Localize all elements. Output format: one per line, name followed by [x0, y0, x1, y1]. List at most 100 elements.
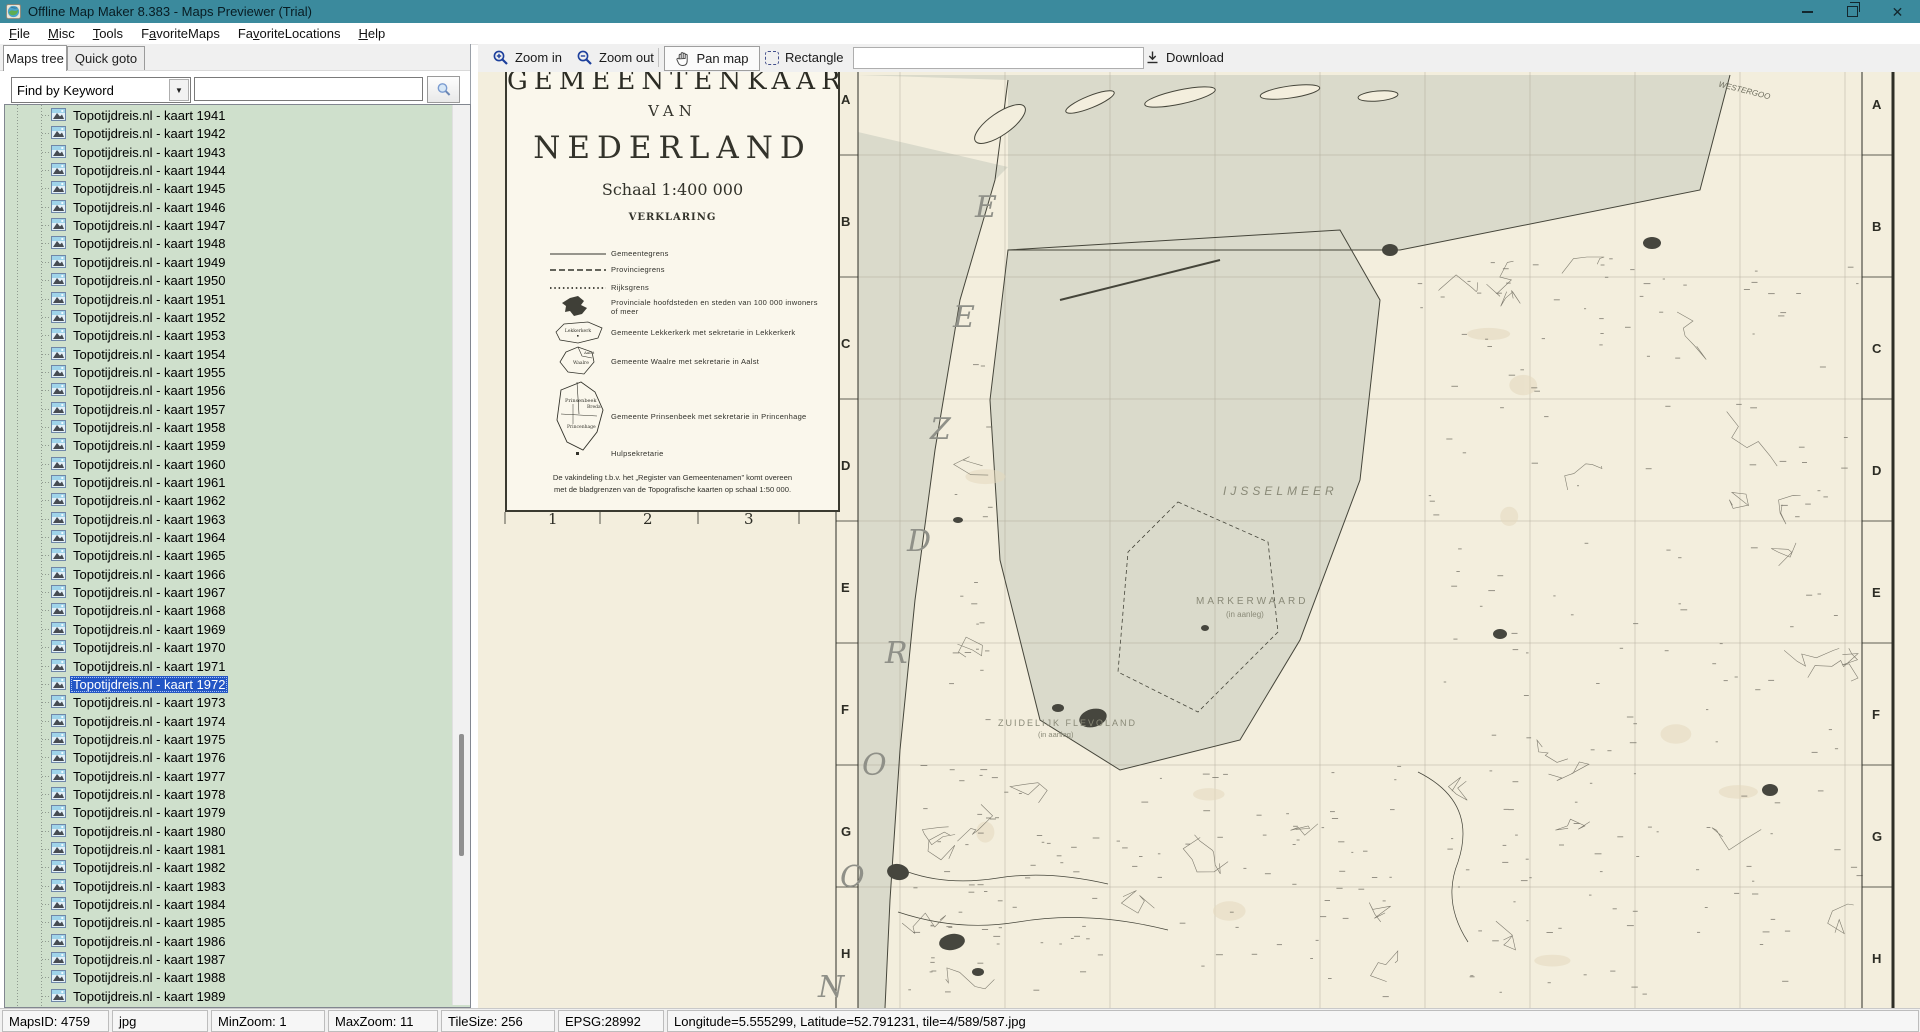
tree-item[interactable]: Topotijdreis.nl - kaart 1987	[5, 950, 451, 969]
zoom-in-button[interactable]: Zoom in	[488, 46, 566, 69]
tree-item[interactable]: Topotijdreis.nl - kaart 1984	[5, 895, 451, 914]
legend-row: Provinciegrens	[545, 265, 825, 274]
tree-item[interactable]: Topotijdreis.nl - kaart 1963	[5, 510, 451, 529]
tree-item[interactable]: Topotijdreis.nl - kaart 1966	[5, 565, 451, 584]
tree-item[interactable]: Topotijdreis.nl - kaart 1968	[5, 601, 451, 620]
zoom-out-button[interactable]: Zoom out	[572, 46, 658, 69]
tree-item[interactable]: Topotijdreis.nl - kaart 1977	[5, 767, 451, 786]
tree-item-label: Topotijdreis.nl - kaart 1950	[70, 272, 228, 289]
tree-scrollbar[interactable]	[452, 105, 470, 1005]
grid-row-letter-west: G	[841, 824, 851, 839]
status-segment: MaxZoom: 11	[328, 1010, 438, 1032]
tree-item[interactable]: Topotijdreis.nl - kaart 1969	[5, 620, 451, 639]
tree-scrollbar-thumb[interactable]	[459, 734, 464, 856]
menu-help[interactable]: Help	[349, 24, 394, 43]
tree-item[interactable]: Topotijdreis.nl - kaart 1970	[5, 638, 451, 657]
tree-item[interactable]: Topotijdreis.nl - kaart 1976	[5, 748, 451, 767]
download-button[interactable]: Download	[1141, 46, 1228, 69]
tree-item[interactable]: Topotijdreis.nl - kaart 1955	[5, 363, 451, 382]
tree-item[interactable]: Topotijdreis.nl - kaart 1960	[5, 455, 451, 474]
tree-item[interactable]: Topotijdreis.nl - kaart 1978	[5, 785, 451, 804]
tree-item[interactable]: Topotijdreis.nl - kaart 1958	[5, 418, 451, 437]
tree-item[interactable]: Topotijdreis.nl - kaart 1980	[5, 822, 451, 841]
grid-row-letter-east: B	[1872, 219, 1881, 234]
tree-item[interactable]: Topotijdreis.nl - kaart 1967	[5, 583, 451, 602]
tree-item[interactable]: Topotijdreis.nl - kaart 1941	[5, 106, 451, 125]
status-segment: jpg	[112, 1010, 208, 1032]
tree-item[interactable]: Topotijdreis.nl - kaart 1944	[5, 161, 451, 180]
menu-favoritemaps[interactable]: FavoriteMaps	[132, 24, 229, 43]
tree-item[interactable]: Topotijdreis.nl - kaart 1952	[5, 308, 451, 327]
ijsselmeer-label: IJSSELMEER	[1223, 484, 1338, 498]
tree-connector	[42, 647, 51, 648]
tree-item-label: Topotijdreis.nl - kaart 1982	[70, 859, 228, 876]
tree-item[interactable]: Topotijdreis.nl - kaart 1947	[5, 216, 451, 235]
svg-text:Prinsenbeek: Prinsenbeek	[565, 398, 597, 404]
search-input[interactable]	[194, 77, 423, 101]
tree-item[interactable]: Topotijdreis.nl - kaart 1975	[5, 730, 451, 749]
city-blob	[1382, 244, 1398, 256]
tree-item[interactable]: Topotijdreis.nl - kaart 1946	[5, 198, 451, 217]
tree-connector	[42, 225, 51, 226]
tree-item[interactable]: Topotijdreis.nl - kaart 1950	[5, 271, 451, 290]
tree-item[interactable]: Topotijdreis.nl - kaart 1956	[5, 381, 451, 400]
tree-item[interactable]: Topotijdreis.nl - kaart 1973	[5, 693, 451, 712]
tree-item[interactable]: Topotijdreis.nl - kaart 1942	[5, 124, 451, 143]
search-button[interactable]	[427, 76, 460, 103]
close-button[interactable]: ✕	[1875, 0, 1920, 23]
map-canvas[interactable]: GEMEENTENKAART VAN NEDERLAND Schaal 1:40…	[478, 72, 1920, 1008]
tree-item[interactable]: Topotijdreis.nl - kaart 1961	[5, 473, 451, 492]
tree-item[interactable]: Topotijdreis.nl - kaart 1981	[5, 840, 451, 859]
tree-item[interactable]: Topotijdreis.nl - kaart 1965	[5, 546, 451, 565]
status-segment: TileSize: 256	[441, 1010, 555, 1032]
tree-item[interactable]: Topotijdreis.nl - kaart 1986	[5, 932, 451, 951]
menu-file[interactable]: File	[0, 24, 39, 43]
tree-connector	[42, 757, 51, 758]
toolbar-input[interactable]	[853, 47, 1144, 69]
map-thumbnail-icon	[51, 787, 66, 805]
tree-item[interactable]: Topotijdreis.nl - kaart 1949	[5, 253, 451, 272]
tree-item[interactable]: Topotijdreis.nl - kaart 1957	[5, 400, 451, 419]
pan-map-button[interactable]: Pan map	[664, 46, 760, 71]
tree-item[interactable]: Topotijdreis.nl - kaart 1945	[5, 179, 451, 198]
tree-item[interactable]: Topotijdreis.nl - kaart 1988	[5, 968, 451, 987]
tree-connector	[42, 280, 51, 281]
tree-item[interactable]: Topotijdreis.nl - kaart 1972	[5, 675, 451, 694]
tree-item[interactable]: Topotijdreis.nl - kaart 1979	[5, 803, 451, 822]
tab-quick-goto[interactable]: Quick goto	[67, 46, 145, 70]
menu-favoritelocations[interactable]: FavoriteLocations	[229, 24, 350, 43]
minimize-button[interactable]	[1785, 0, 1830, 23]
map-thumbnail-icon	[51, 659, 66, 677]
tree-item[interactable]: Topotijdreis.nl - kaart 1959	[5, 436, 451, 455]
grid-row-letter-west: C	[841, 336, 850, 351]
tab-maps-tree[interactable]: Maps tree	[3, 45, 67, 71]
legend-row: Rijksgrens	[545, 283, 825, 292]
tree-item[interactable]: Topotijdreis.nl - kaart 1971	[5, 657, 451, 676]
tree-item[interactable]: Topotijdreis.nl - kaart 1982	[5, 858, 451, 877]
tree-item-label: Topotijdreis.nl - kaart 1941	[70, 107, 228, 124]
tree-item[interactable]: Topotijdreis.nl - kaart 1943	[5, 143, 451, 162]
map-title: GEMEENTENKAART	[507, 72, 838, 96]
pan-hand-icon	[675, 51, 690, 67]
tree-item[interactable]: Topotijdreis.nl - kaart 1954	[5, 345, 451, 364]
tree-item[interactable]: Topotijdreis.nl - kaart 1953	[5, 326, 451, 345]
flevoland-label: ZUIDELIJK FLEVOLAND	[998, 718, 1137, 728]
map-thumbnail-icon	[51, 695, 66, 713]
tree-item[interactable]: Topotijdreis.nl - kaart 1974	[5, 712, 451, 731]
tree-item[interactable]: Topotijdreis.nl - kaart 1983	[5, 877, 451, 896]
tree-item[interactable]: Topotijdreis.nl - kaart 1985	[5, 913, 451, 932]
tree-connector	[42, 610, 51, 611]
tree-connector	[42, 977, 51, 978]
tree-item[interactable]: Topotijdreis.nl - kaart 1948	[5, 234, 451, 253]
menu-misc[interactable]: Misc	[39, 24, 84, 43]
tree-connector	[42, 500, 51, 501]
search-mode-dropdown[interactable]: Find by Keyword ▼	[11, 77, 191, 103]
grid-row-letter-west: A	[841, 92, 850, 107]
tree-item[interactable]: Topotijdreis.nl - kaart 1962	[5, 491, 451, 510]
rectangle-button[interactable]: Rectangle	[761, 46, 848, 69]
menu-tools[interactable]: Tools	[84, 24, 132, 43]
restore-button[interactable]	[1830, 0, 1875, 23]
tree-item[interactable]: Topotijdreis.nl - kaart 1964	[5, 528, 451, 547]
tree-item[interactable]: Topotijdreis.nl - kaart 1989	[5, 987, 451, 1006]
tree-item[interactable]: Topotijdreis.nl - kaart 1951	[5, 290, 451, 309]
